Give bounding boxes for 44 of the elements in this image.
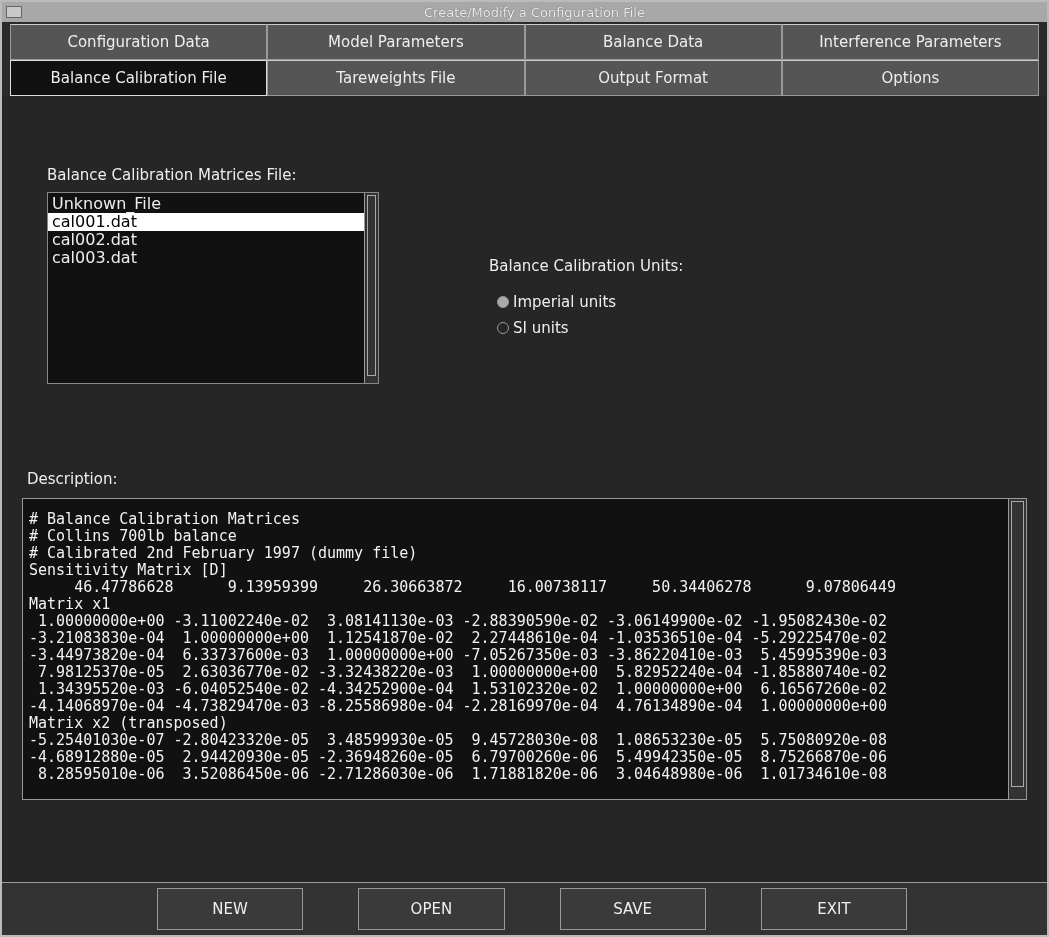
text-line: # Calibrated 2nd February 1997 (dummy file): [29, 545, 419, 562]
window-menu-button[interactable]: [6, 6, 22, 18]
tab[interactable]: Interference Parameters: [781, 24, 1039, 60]
text-line: 7.98125370e-05 2.63036770e-02 -3.32438220e-03 1.00000000e+00 5.82952240e-04 -1.85880740e-02: [37, 664, 888, 681]
radio-label[interactable]: SI units: [513, 319, 569, 337]
file-list-item[interactable]: cal001.dat: [48, 213, 364, 231]
text-line: Matrix x2 (transposed): [29, 715, 229, 732]
text-line: -3.21083830e-04 1.00000000e+00 1.12541870e-02 2.27448610e-04 -1.03536510e-04 -5.29225470e-02: [29, 630, 888, 647]
text-line: 8.28595010e-06 3.52086450e-06 -2.71286030e-06 1.71881820e-06 3.04648980e-06 1.01734610e-08: [37, 766, 888, 783]
file-list-item[interactable]: cal003.dat: [48, 249, 364, 267]
units-label: Balance Calibration Units:: [489, 257, 684, 275]
text-line: Sensitivity Matrix [D]: [29, 562, 229, 579]
text-line: # Balance Calibration Matrices: [29, 511, 301, 528]
action-button[interactable]: OPEN: [358, 888, 505, 930]
scrollbar[interactable]: [1008, 499, 1026, 799]
window-title: Create/Modify a Configuration File: [423, 4, 646, 20]
description-label: Description:: [26, 470, 119, 488]
file-list[interactable]: Unknown_File cal001.dat cal002.dat cal003.dat: [47, 192, 379, 384]
radio-label[interactable]: Imperial units: [513, 293, 617, 311]
file-list-item[interactable]: Unknown_File: [48, 195, 364, 213]
tab[interactable]: Output Format: [524, 60, 782, 96]
radio-button[interactable]: [497, 296, 509, 308]
tab[interactable]: Balance Calibration File: [10, 60, 268, 96]
action-button[interactable]: NEW: [157, 888, 304, 930]
text-line: -5.25401030e-07 -2.80423320e-05 3.48599930e-05 9.45728030e-08 1.08653230e-05 5.75080920e-08: [29, 732, 888, 749]
description-text-area[interactable]: [22, 498, 1027, 800]
scrollbar[interactable]: [364, 193, 378, 383]
tab[interactable]: Tareweights File: [267, 60, 525, 96]
text-line: -4.68912880e-05 2.94420930e-05 -2.36948260e-05 6.79700260e-06 5.49942350e-05 8.75266870e-06: [29, 749, 888, 766]
tab[interactable]: Model Parameters: [267, 24, 525, 60]
tab[interactable]: Balance Data: [524, 24, 782, 60]
action-button[interactable]: SAVE: [559, 888, 706, 930]
text-line: Matrix x1: [29, 596, 112, 613]
file-list-item[interactable]: cal002.dat: [48, 231, 364, 249]
text-line: -4.14068970e-04 -4.73829470e-03 -8.25586980e-04 -2.28169970e-04 4.76134890e-04 1.00000000e+00: [29, 698, 888, 715]
text-line: 1.00000000e+00 -3.11002240e-02 3.08141130e-03 -2.88390590e-02 -3.06149900e-02 -1.95082430e-02: [37, 613, 888, 630]
text-line: -3.44973820e-04 6.33737600e-03 1.00000000e+00 -7.05267350e-03 -3.86220410e-03 5.45995390e-03: [29, 647, 888, 664]
tab[interactable]: Options: [781, 60, 1039, 96]
action-button[interactable]: EXIT: [760, 888, 907, 930]
tab[interactable]: Configuration Data: [10, 24, 268, 60]
file-list-label: Balance Calibration Matrices File:: [47, 166, 298, 184]
text-line: 1.34395520e-03 -6.04052540e-02 -4.34252900e-04 1.53102320e-02 1.00000000e+00 6.16567260e-02: [37, 681, 888, 698]
text-line: 46.47786628 9.13959399 26.30663872 16.00738117 50.34406278 9.07806449: [73, 579, 897, 596]
text-line: # Collins 700lb balance: [29, 528, 238, 545]
